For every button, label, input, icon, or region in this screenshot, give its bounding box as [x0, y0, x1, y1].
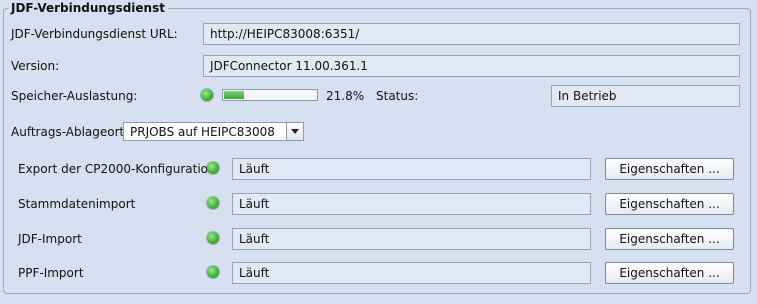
- service-status-ppf-import: Läuft: [232, 262, 591, 284]
- memory-progress-fill: [224, 91, 245, 99]
- memory-progress-bar: [222, 89, 318, 101]
- version-field: JDFConnector 11.00.361.1: [203, 55, 740, 77]
- service-label-ppf-import: PPF-Import: [18, 266, 84, 280]
- properties-button-cp2000-export[interactable]: Eigenschaften ...: [605, 158, 734, 180]
- green-status-led-icon: [207, 162, 219, 174]
- properties-button-master-data-import[interactable]: Eigenschaften ...: [605, 193, 734, 215]
- memory-label: Speicher-Auslastung:: [11, 89, 138, 103]
- properties-button-jdf-import[interactable]: Eigenschaften ...: [605, 228, 734, 250]
- green-status-led-icon: [207, 197, 219, 209]
- group-title: JDF-Verbindungsdienst: [8, 1, 168, 15]
- url-field: http://HEIPC83008:6351/: [203, 23, 740, 45]
- status-label: Status:: [376, 89, 419, 103]
- service-label-cp2000-export: Export der CP2000-Konfiguration: [18, 162, 216, 176]
- service-status-master-data-import: Läuft: [232, 193, 591, 215]
- chevron-down-icon[interactable]: [286, 123, 303, 140]
- storage-location-dropdown[interactable]: PRJOBS auf HEIPC83008: [123, 122, 304, 141]
- storage-location-value: PRJOBS auf HEIPC83008: [130, 125, 275, 139]
- url-label: JDF-Verbindungsdienst URL:: [11, 27, 178, 41]
- service-status-jdf-import: Läuft: [232, 228, 591, 250]
- memory-percent: 21.8%: [326, 89, 365, 103]
- properties-button-ppf-import[interactable]: Eigenschaften ...: [605, 262, 734, 284]
- storage-label: Auftrags-Ablageort:: [11, 125, 129, 139]
- jdf-connection-service-group: [3, 8, 751, 294]
- version-label: Version:: [11, 59, 60, 73]
- service-label-jdf-import: JDF-Import: [18, 232, 82, 246]
- status-field: In Betrieb: [551, 85, 740, 107]
- service-status-cp2000-export: Läuft: [232, 158, 591, 180]
- memory-status-led-icon: [201, 89, 213, 101]
- green-status-led-icon: [207, 232, 219, 244]
- service-label-master-data-import: Stammdatenimport: [18, 197, 136, 211]
- green-status-led-icon: [207, 266, 219, 278]
